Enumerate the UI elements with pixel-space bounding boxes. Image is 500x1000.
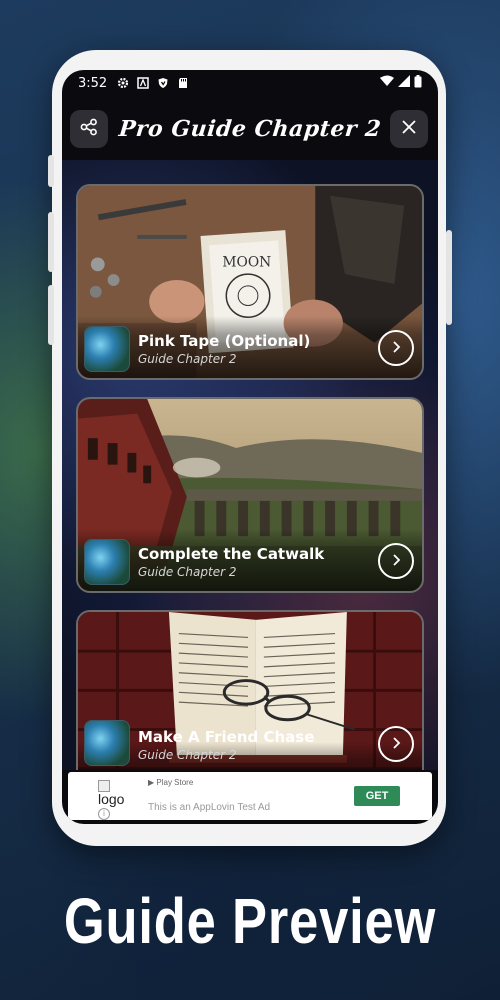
svg-text:MOON: MOON: [222, 254, 271, 270]
info-icon[interactable]: i: [98, 808, 110, 820]
wifi-icon: [380, 75, 394, 91]
page-title: Pro Guide Chapter 2: [117, 116, 383, 142]
ad-logo-alt-text: logo: [98, 791, 125, 808]
chevron-right-icon: [389, 735, 403, 754]
gear-icon: [117, 77, 129, 89]
share-icon: [79, 117, 99, 141]
volume-up-button: [48, 155, 54, 187]
card-title: Pink Tape (Optional): [138, 332, 311, 350]
card-thumbnail: [84, 539, 130, 585]
card-subtitle: Guide Chapter 2: [138, 565, 237, 579]
guide-card[interactable]: Make A Friend Chase Guide Chapter 2: [76, 610, 424, 770]
ad-store-label: ▶ Play Store: [148, 778, 194, 787]
status-right-group: [380, 74, 422, 92]
a-badge-icon: [137, 77, 149, 89]
volume-down-button: [48, 212, 54, 272]
card-thumbnail: [84, 720, 130, 766]
card-thumbnail: [84, 326, 130, 372]
open-card-button[interactable]: [378, 543, 414, 579]
signal-icon: [398, 75, 410, 91]
card-title: Make A Friend Chase: [138, 728, 315, 746]
guide-card[interactable]: MOON Pink Tape (Optional) Guide Chapter …: [76, 184, 424, 380]
close-icon: [400, 118, 418, 140]
card-title: Complete the Catwalk: [138, 545, 325, 563]
card-subtitle: Guide Chapter 2: [138, 352, 237, 366]
app-bar: Pro Guide Chapter 2: [62, 102, 438, 156]
power-button: [446, 230, 452, 325]
guide-list[interactable]: MOON Pink Tape (Optional) Guide Chapter …: [62, 160, 438, 770]
sd-card-icon: [177, 77, 189, 89]
status-bar: 3:52: [62, 70, 438, 96]
ad-banner[interactable]: logo ▶ Play Store This is an AppLovin Te…: [68, 772, 432, 820]
open-card-button[interactable]: [378, 726, 414, 762]
app-screen: 3:52 Pro Guide Chapter 2 MOON Pink Tape …: [62, 70, 438, 824]
card-subtitle: Guide Chapter 2: [138, 748, 237, 762]
close-button[interactable]: [390, 110, 428, 148]
open-card-button[interactable]: [378, 330, 414, 366]
shield-icon: [157, 77, 169, 89]
ad-logo: logo: [98, 778, 132, 812]
chevron-right-icon: [389, 339, 403, 358]
promo-caption: Guide Preview: [63, 885, 437, 957]
share-button[interactable]: [70, 110, 108, 148]
ad-text: This is an AppLovin Test Ad: [148, 802, 271, 813]
ad-store-text: Play Store: [156, 778, 194, 787]
battery-icon: [414, 74, 422, 92]
ad-get-button[interactable]: GET: [354, 786, 400, 806]
guide-card[interactable]: Complete the Catwalk Guide Chapter 2: [76, 397, 424, 593]
chevron-right-icon: [389, 552, 403, 571]
mute-button: [48, 285, 54, 345]
status-time: 3:52: [78, 75, 108, 91]
